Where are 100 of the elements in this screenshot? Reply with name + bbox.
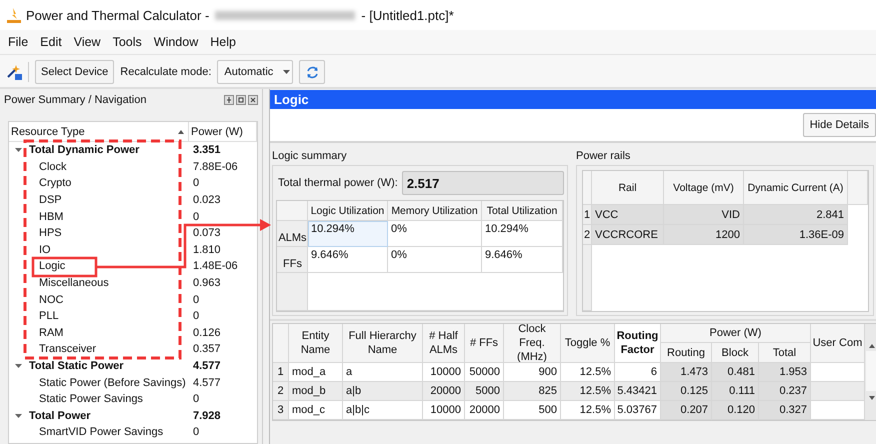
tree-item[interactable]: NOC — [39, 294, 64, 306]
table-cell: VCC — [592, 205, 664, 225]
power-value: 7.928 — [192, 410, 222, 422]
select-device-button[interactable]: Select Device — [35, 60, 114, 84]
table-cell: VID — [664, 205, 744, 225]
refresh-icon — [304, 64, 320, 80]
row-header: FFs — [277, 247, 308, 273]
tree-item[interactable]: Total Dynamic Power — [29, 144, 140, 156]
table-cell: 0.125 — [661, 382, 712, 401]
table-cell[interactable]: 5.43421 — [615, 382, 661, 401]
column-header[interactable]: Resource Type — [9, 122, 189, 141]
column-header[interactable]: Full Hierarchy Name — [343, 324, 423, 363]
power-value: 1.810 — [192, 244, 222, 256]
scrollbar[interactable] — [865, 342, 876, 402]
column-header[interactable]: Power (W) — [189, 122, 257, 141]
menu-item[interactable]: File — [4, 33, 32, 51]
table-cell[interactable]: 10000 — [423, 401, 465, 420]
hide-details-button[interactable]: Hide Details — [802, 113, 876, 137]
table-cell[interactable]: 10.294% — [482, 221, 563, 247]
tree-item[interactable]: Miscellaneous — [39, 277, 109, 290]
menu-item[interactable]: View — [70, 33, 105, 51]
power-value: 7.88E-06 — [192, 160, 239, 173]
table-cell[interactable] — [811, 382, 865, 401]
window-title: Power and Thermal Calculator - — [26, 8, 210, 22]
pin-icon[interactable] — [224, 95, 234, 105]
column-header[interactable]: Routing — [661, 343, 712, 363]
column-header: Dynamic Current (A) — [744, 171, 848, 205]
column-header[interactable]: # FFs — [465, 324, 504, 363]
tree-item[interactable]: Total Power — [29, 410, 91, 422]
tree-item[interactable]: HBM — [39, 210, 64, 223]
column-header[interactable]: Block — [712, 343, 759, 363]
table-cell[interactable]: mod_b — [289, 382, 343, 401]
menu-item[interactable]: Edit — [36, 33, 66, 51]
power-value: 0 — [192, 294, 200, 306]
table-cell[interactable]: 20000 — [465, 401, 504, 420]
table-cell[interactable]: 12.5% — [561, 382, 615, 401]
tree-item[interactable]: Logic — [39, 260, 66, 272]
recalculate-mode-dropdown[interactable]: Automatic — [217, 60, 294, 84]
row-number: 2 — [583, 225, 592, 245]
tree-item[interactable]: RAM — [39, 326, 64, 339]
column-header[interactable]: # Half ALMs — [423, 324, 465, 363]
tree-item[interactable]: DSP — [39, 194, 62, 206]
tree-item[interactable]: Static Power Savings — [39, 393, 143, 406]
close-icon[interactable] — [248, 95, 258, 105]
tree-item[interactable]: Clock — [39, 160, 67, 173]
power-value: 0.357 — [192, 343, 222, 356]
column-header[interactable]: User Com — [811, 324, 865, 363]
tree-item[interactable]: Transceiver — [39, 343, 96, 356]
tree-item[interactable]: HPS — [39, 227, 62, 240]
table-cell[interactable]: 10.294% — [308, 221, 388, 247]
refresh-button[interactable] — [299, 60, 326, 84]
table-cell[interactable]: 9.646% — [482, 247, 563, 273]
row-header: ALMs — [277, 221, 308, 247]
power-value: 0.963 — [192, 277, 222, 290]
expand-icon[interactable] — [15, 148, 22, 152]
tree-item[interactable]: IO — [39, 244, 51, 256]
tree-item[interactable]: PLL — [39, 310, 59, 322]
table-cell[interactable]: 0% — [388, 221, 482, 247]
tree-item[interactable]: SmartVID Power Savings — [39, 426, 164, 438]
expand-icon[interactable] — [15, 364, 22, 368]
table-cell[interactable]: mod_c — [289, 401, 343, 420]
tree-item[interactable]: Static Power (Before Savings) — [39, 376, 186, 389]
window-title: - [Untitled1.ptc]* — [361, 8, 454, 22]
column-header[interactable]: Total — [759, 343, 811, 363]
table-cell[interactable]: 9.646% — [308, 247, 388, 273]
section-title: Logic summary — [272, 150, 347, 162]
table-cell[interactable]: 0% — [388, 247, 482, 273]
row-number: 1 — [583, 205, 592, 225]
menu-item[interactable]: Window — [150, 33, 202, 51]
table-cell[interactable]: a|b|c — [343, 401, 423, 420]
app-logo-icon — [6, 7, 22, 23]
table-cell: 2.841 — [744, 205, 848, 225]
field-label: Total thermal power (W): — [278, 177, 398, 189]
table-cell[interactable] — [811, 401, 865, 420]
tree-item[interactable]: Total Static Power — [29, 360, 124, 372]
table-cell[interactable]: 825 — [504, 382, 561, 401]
float-icon[interactable] — [236, 95, 246, 105]
column-header[interactable]: Toggle % — [561, 324, 615, 363]
tree-item[interactable]: Crypto — [39, 177, 72, 190]
table-cell: 1.36E-09 — [744, 225, 848, 245]
table-cell[interactable] — [811, 363, 865, 382]
table-cell[interactable]: 500 — [504, 401, 561, 420]
power-value: 0.023 — [192, 194, 222, 206]
column-header[interactable]: Routing Factor — [615, 324, 661, 363]
wizard-icon[interactable] — [6, 64, 22, 80]
highlight-box — [32, 256, 98, 278]
panel-title: Power Summary / Navigation — [4, 94, 148, 106]
column-header[interactable]: Entity Name — [289, 324, 343, 363]
row-number: 2 — [273, 382, 289, 401]
menu-item[interactable]: Help — [206, 33, 240, 51]
section-title: Power rails — [576, 150, 630, 162]
table-cell[interactable]: a|b — [343, 382, 423, 401]
menu-item[interactable]: Tools — [108, 33, 146, 51]
column-header[interactable]: Clock Freq. (MHz) — [504, 324, 561, 363]
column-group-header: Power (W) — [661, 324, 811, 343]
table-cell[interactable]: 20000 — [423, 382, 465, 401]
power-value: 0 — [192, 210, 200, 223]
expand-icon[interactable] — [15, 414, 22, 418]
table-cell[interactable]: 12.5% — [561, 401, 615, 420]
table-cell[interactable]: 5000 — [465, 382, 504, 401]
